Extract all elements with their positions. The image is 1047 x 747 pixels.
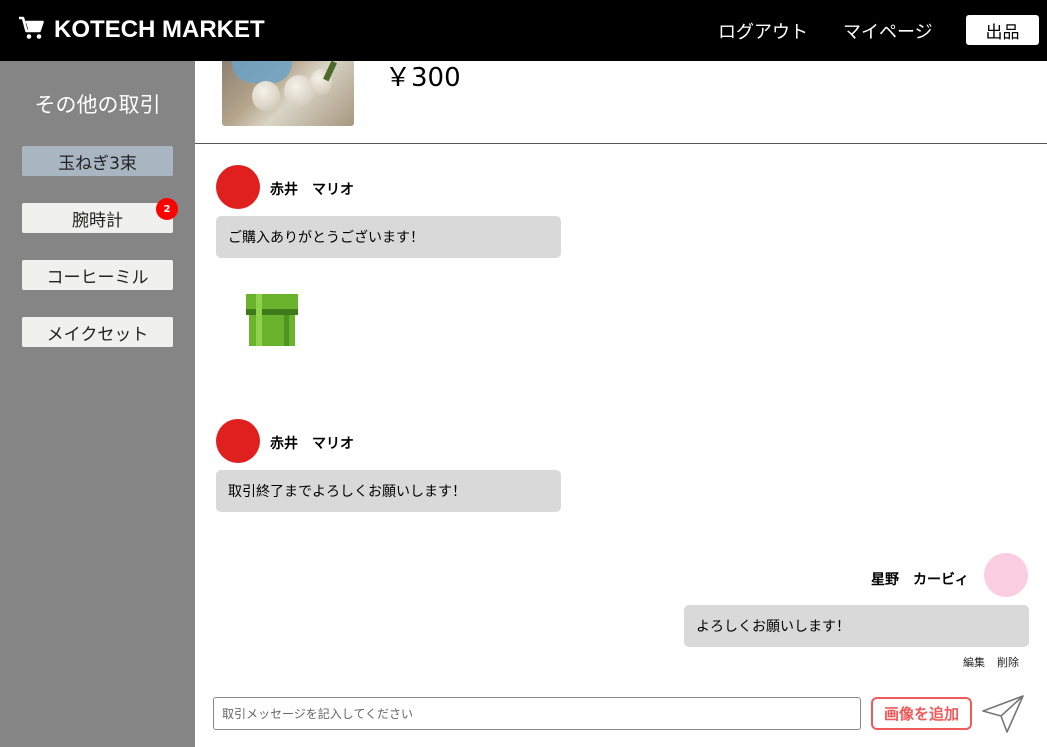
logo-text: KOTECH MARKET (54, 16, 265, 43)
send-button[interactable] (981, 694, 1025, 734)
message-bubble: 取引終了までよろしくお願いします！ (216, 470, 561, 512)
logout-link[interactable]: ログアウト (718, 18, 808, 44)
message-bubble: ご購入ありがとうございます！ (216, 216, 561, 258)
product-image (222, 61, 354, 126)
sidebar-item-watch[interactable]: 腕時計 2 (22, 198, 178, 233)
notification-badge: 2 (156, 198, 178, 220)
delete-message-link[interactable]: 削除 (997, 654, 1019, 670)
top-header: KOTECH MARKET ログアウト マイページ 出品 (0, 0, 1047, 61)
sidebar: その他の取引 玉ねぎ3束 腕時計 2 コーヒーミル メイクセット (0, 61, 195, 747)
avatar[interactable] (984, 553, 1028, 597)
shopping-cart-icon (18, 14, 46, 46)
sidebar-item-label: 玉ねぎ3束 (58, 153, 137, 174)
message-bubble: よろしくお願いします！ (684, 605, 1029, 647)
message-username: 赤井 マリオ (270, 182, 354, 198)
avatar[interactable] (216, 165, 260, 209)
sidebar-item-label: メイクセット (46, 324, 149, 345)
message-username: 赤井 マリオ (270, 436, 354, 452)
sell-button[interactable]: 出品 (966, 15, 1039, 45)
paper-plane-icon (981, 695, 1025, 738)
message-username: 星野 カービィ (871, 572, 969, 588)
logo[interactable]: KOTECH MARKET (18, 14, 265, 46)
avatar[interactable] (216, 419, 260, 463)
add-image-button[interactable]: 画像を追加 (871, 697, 972, 730)
sidebar-item-onions[interactable]: 玉ねぎ3束 (22, 146, 173, 176)
sidebar-item-makeup-set[interactable]: メイクセット (22, 317, 173, 347)
sidebar-item-label: コーヒーミル (46, 267, 149, 288)
sidebar-item-coffee-mill[interactable]: コーヒーミル (22, 260, 173, 290)
divider (195, 143, 1047, 144)
green-pipe-image[interactable] (246, 294, 298, 346)
message-input[interactable] (213, 697, 861, 730)
sidebar-item-label: 腕時計 (72, 210, 123, 231)
product-price: ￥300 (385, 63, 461, 93)
chat-main: ￥300 赤井 マリオ ご購入ありがとうございます！ 赤井 マリオ 取引終了まで… (195, 61, 1047, 747)
edit-message-link[interactable]: 編集 (963, 654, 985, 670)
sidebar-title: その他の取引 (34, 93, 161, 117)
mypage-link[interactable]: マイページ (843, 18, 933, 44)
